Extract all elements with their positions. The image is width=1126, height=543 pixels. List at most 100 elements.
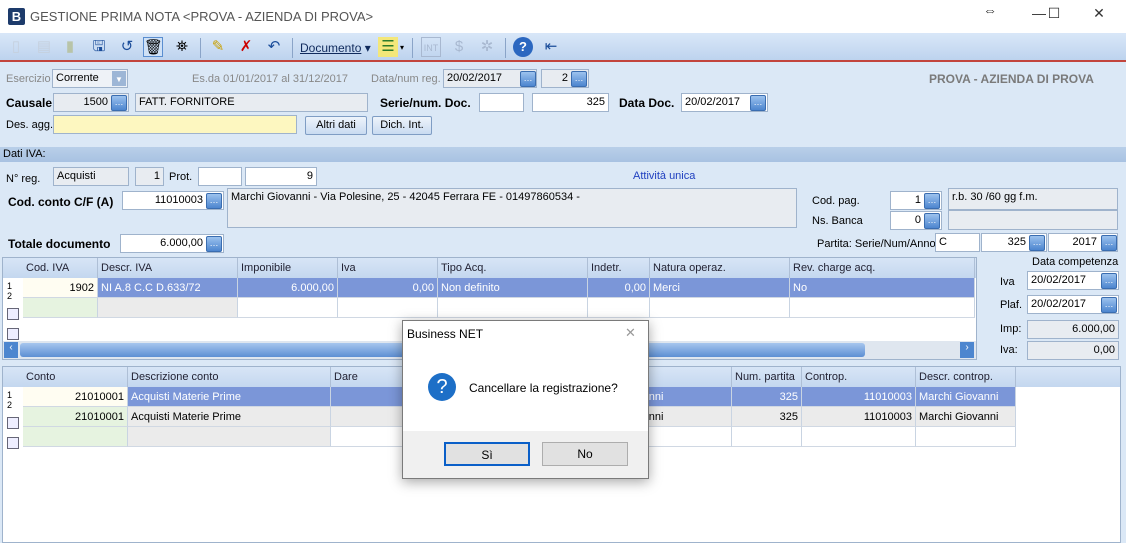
- cod-conto-picker[interactable]: …: [206, 193, 222, 209]
- altri-dati-button[interactable]: Altri dati: [305, 116, 367, 135]
- grid-cell[interactable]: [650, 298, 790, 318]
- grid-cell[interactable]: 11010003: [802, 387, 916, 407]
- column-header[interactable]: Descr. controp.: [916, 367, 1016, 387]
- column-header[interactable]: Descr. IVA: [98, 258, 238, 278]
- list-icon[interactable]: ☰: [378, 37, 398, 57]
- competenza-iva-picker[interactable]: …: [1101, 273, 1117, 289]
- column-header[interactable]: Imponibile: [238, 258, 338, 278]
- plaf-label: Plaf.: [1000, 299, 1023, 311]
- partita-label: Partita: Serie/Num/Anno: [817, 238, 936, 250]
- grid-cell[interactable]: [438, 298, 588, 318]
- grid-cell[interactable]: Acquisti Materie Prime: [128, 407, 331, 427]
- esercizio-select[interactable]: Corrente ▼: [52, 69, 128, 88]
- close-button[interactable]: ✕: [1084, 5, 1114, 22]
- grid-tool-icon[interactable]: [7, 308, 19, 320]
- no-button[interactable]: No: [542, 442, 628, 466]
- int-icon[interactable]: INT: [421, 37, 441, 57]
- save-icon[interactable]: 🖫: [89, 37, 109, 57]
- binoculars-icon[interactable]: ⛯: [172, 37, 192, 57]
- scroll-left-icon[interactable]: ‹: [4, 342, 18, 358]
- des-agg-field[interactable]: [53, 115, 297, 134]
- compass-icon[interactable]: ✲: [477, 37, 497, 57]
- data-reg-picker[interactable]: …: [520, 71, 536, 87]
- undo-icon[interactable]: ↺: [117, 37, 137, 57]
- num-reg-picker[interactable]: …: [571, 71, 587, 87]
- grid-cell[interactable]: 21010001: [23, 407, 128, 427]
- exit-icon[interactable]: ⇤: [541, 37, 561, 57]
- help-icon[interactable]: ?: [513, 37, 533, 57]
- grid-cell[interactable]: Merci: [650, 278, 790, 298]
- cod-pag-picker[interactable]: …: [924, 193, 940, 209]
- partita-num-picker[interactable]: …: [1029, 235, 1045, 251]
- restore-arrows-icon[interactable]: ⇔: [975, 2, 1005, 18]
- edit-cancel-icon[interactable]: ✗: [236, 37, 256, 57]
- grid-cell[interactable]: [238, 298, 338, 318]
- grid-cell[interactable]: [732, 427, 802, 447]
- column-header[interactable]: Descrizione conto: [128, 367, 331, 387]
- causale-picker[interactable]: …: [111, 95, 127, 111]
- scroll-right-icon[interactable]: ›: [960, 342, 974, 358]
- data-doc-picker[interactable]: …: [750, 95, 766, 111]
- grid-cell[interactable]: No: [790, 278, 975, 298]
- grid-list-icon[interactable]: [7, 328, 19, 340]
- dich-int-button[interactable]: Dich. Int.: [372, 116, 432, 135]
- grid-cell[interactable]: 21010001: [23, 387, 128, 407]
- partita-anno-picker[interactable]: …: [1101, 235, 1117, 251]
- column-header[interactable]: Indetr.: [588, 258, 650, 278]
- reg-num-field: 1: [135, 167, 164, 186]
- grid-cell[interactable]: [588, 298, 650, 318]
- grid-cell[interactable]: [23, 298, 98, 318]
- grid-cell[interactable]: [802, 427, 916, 447]
- documento-menu[interactable]: Documento ▾: [300, 41, 371, 55]
- grid-cell[interactable]: [338, 298, 438, 318]
- prot-field[interactable]: [198, 167, 242, 186]
- column-header[interactable]: Num. partita: [732, 367, 802, 387]
- new-icon[interactable]: ▯: [6, 37, 26, 57]
- causale-description: FATT. FORNITORE: [135, 93, 368, 112]
- grid-cell[interactable]: Non definito: [438, 278, 588, 298]
- grid-cell[interactable]: [128, 427, 331, 447]
- grid-cell[interactable]: 11010003: [802, 407, 916, 427]
- edit-undo-icon[interactable]: ↶: [264, 37, 284, 57]
- grid-cell[interactable]: NI A.8 C.C D.633/72: [98, 278, 238, 298]
- column-header[interactable]: Rev. charge acq.: [790, 258, 975, 278]
- column-header[interactable]: Natura operaz.: [650, 258, 790, 278]
- column-header[interactable]: Controp.: [802, 367, 916, 387]
- edit-check-icon[interactable]: ✎: [208, 37, 228, 57]
- column-header[interactable]: Cod. IVA: [23, 258, 98, 278]
- grid-cell[interactable]: [23, 427, 128, 447]
- grid-cell[interactable]: 0,00: [588, 278, 650, 298]
- grid-cell[interactable]: 0,00: [338, 278, 438, 298]
- grid-cell[interactable]: 1902: [23, 278, 98, 298]
- dollar-icon[interactable]: $: [449, 37, 469, 57]
- folder-icon[interactable]: ▮: [60, 37, 80, 57]
- maximize-button[interactable]: ☐: [1039, 5, 1069, 22]
- column-header[interactable]: Iva: [338, 258, 438, 278]
- registro-field: Acquisti: [53, 167, 129, 186]
- grid-cell[interactable]: Marchi Giovanni: [916, 387, 1016, 407]
- grid-cell[interactable]: Marchi Giovanni: [916, 407, 1016, 427]
- column-header[interactable]: Conto: [23, 367, 128, 387]
- partita-serie-field[interactable]: C: [935, 233, 980, 252]
- document-icon[interactable]: ▤: [34, 37, 54, 57]
- grid-cell[interactable]: [916, 427, 1016, 447]
- list-dropdown-icon[interactable]: ▾: [400, 43, 404, 52]
- num-doc-field[interactable]: 325: [532, 93, 609, 112]
- delete-icon[interactable]: 🗑: [143, 37, 163, 57]
- yes-button[interactable]: Sì: [444, 442, 530, 466]
- grid-cell[interactable]: [98, 298, 238, 318]
- serie-field[interactable]: [479, 93, 524, 112]
- grid-list-icon[interactable]: [7, 437, 19, 449]
- column-header[interactable]: Tipo Acq.: [438, 258, 588, 278]
- dialog-close-button[interactable]: ✕: [625, 325, 636, 341]
- grid-cell[interactable]: 325: [732, 407, 802, 427]
- plaf-picker[interactable]: …: [1101, 297, 1117, 313]
- banca-picker[interactable]: …: [924, 213, 940, 229]
- grid-cell[interactable]: 325: [732, 387, 802, 407]
- grid-cell[interactable]: [790, 298, 975, 318]
- grid-cell[interactable]: Acquisti Materie Prime: [128, 387, 331, 407]
- grid-cell[interactable]: 6.000,00: [238, 278, 338, 298]
- totale-picker[interactable]: …: [206, 236, 222, 252]
- grid-tool-icon[interactable]: [7, 417, 19, 429]
- prot-num-field[interactable]: 9: [245, 167, 317, 186]
